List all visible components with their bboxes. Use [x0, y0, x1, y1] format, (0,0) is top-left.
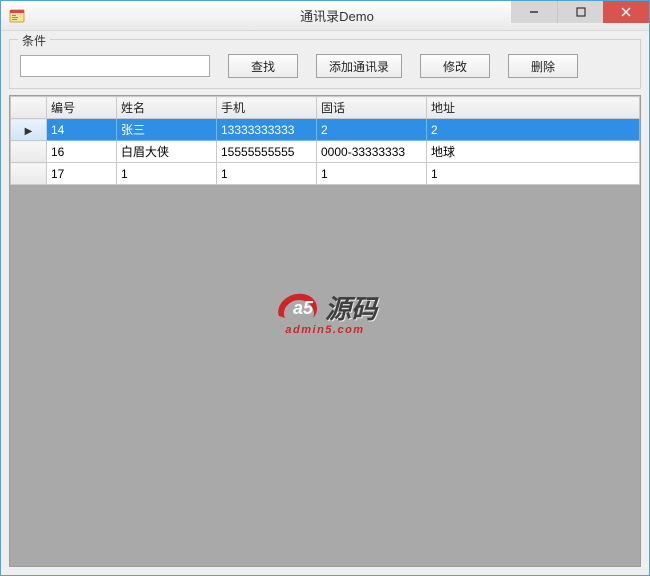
client-area: 条件 查找 添加通讯录 修改 删除	[1, 31, 649, 575]
row-header[interactable]: ▶	[11, 119, 47, 141]
edit-button[interactable]: 修改	[420, 54, 490, 78]
col-header-mobile[interactable]: 手机	[217, 97, 317, 119]
datagrid-scroll[interactable]: 编号 姓名 手机 固话 地址 ▶14张三133333333332216白眉大侠1…	[10, 96, 640, 566]
table-cell[interactable]: 1	[217, 163, 317, 185]
table-cell[interactable]: 16	[47, 141, 117, 163]
app-icon	[9, 8, 25, 24]
table-cell[interactable]: 14	[47, 119, 117, 141]
title-bar[interactable]: 通讯录Demo	[1, 1, 649, 31]
maximize-button[interactable]	[557, 1, 603, 23]
col-header-name[interactable]: 姓名	[117, 97, 217, 119]
col-header-address[interactable]: 地址	[427, 97, 640, 119]
col-header-phone[interactable]: 固话	[317, 97, 427, 119]
close-icon	[621, 7, 631, 17]
table-cell[interactable]: 1	[317, 163, 427, 185]
find-button[interactable]: 查找	[228, 54, 298, 78]
add-contact-button[interactable]: 添加通讯录	[316, 54, 402, 78]
table-cell[interactable]: 张三	[117, 119, 217, 141]
table-cell[interactable]: 17	[47, 163, 117, 185]
toolbar-row: 查找 添加通讯录 修改 删除	[20, 54, 630, 78]
row-header-corner[interactable]	[11, 97, 47, 119]
table-row[interactable]: ▶14张三1333333333322	[11, 119, 640, 141]
minimize-icon	[529, 7, 539, 17]
table-cell[interactable]: 地球	[427, 141, 640, 163]
table-cell[interactable]: 0000-33333333	[317, 141, 427, 163]
close-button[interactable]	[603, 1, 649, 23]
maximize-icon	[576, 7, 586, 17]
row-indicator-icon: ▶	[25, 126, 33, 137]
datagrid-container: 编号 姓名 手机 固话 地址 ▶14张三133333333332216白眉大侠1…	[9, 95, 641, 567]
table-cell[interactable]: 13333333333	[217, 119, 317, 141]
contacts-table[interactable]: 编号 姓名 手机 固话 地址 ▶14张三133333333332216白眉大侠1…	[10, 96, 640, 185]
conditions-groupbox: 条件 查找 添加通讯录 修改 删除	[9, 39, 641, 89]
table-cell[interactable]: 2	[317, 119, 427, 141]
delete-button[interactable]: 删除	[508, 54, 578, 78]
table-cell[interactable]: 1	[117, 163, 217, 185]
table-cell[interactable]: 2	[427, 119, 640, 141]
table-header-row: 编号 姓名 手机 固话 地址	[11, 97, 640, 119]
window-controls	[511, 1, 649, 23]
table-row[interactable]: 171111	[11, 163, 640, 185]
table-cell[interactable]: 白眉大侠	[117, 141, 217, 163]
col-header-id[interactable]: 编号	[47, 97, 117, 119]
minimize-button[interactable]	[511, 1, 557, 23]
row-header[interactable]	[11, 163, 47, 185]
row-header[interactable]	[11, 141, 47, 163]
table-cell[interactable]: 15555555555	[217, 141, 317, 163]
table-cell[interactable]: 1	[427, 163, 640, 185]
table-row[interactable]: 16白眉大侠155555555550000-33333333地球	[11, 141, 640, 163]
search-input[interactable]	[20, 55, 210, 77]
groupbox-legend: 条件	[18, 32, 50, 49]
app-window: 通讯录Demo 条件 查找 添加通讯录 修改 删除	[0, 0, 650, 576]
